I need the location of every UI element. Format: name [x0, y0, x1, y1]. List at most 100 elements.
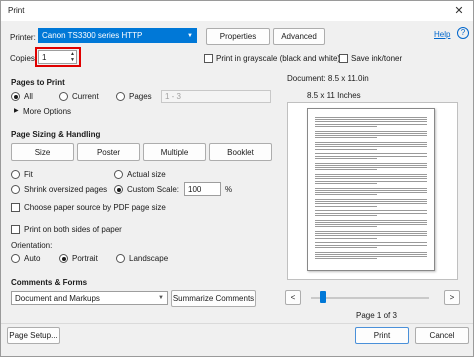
custom-scale-value: 100: [188, 184, 202, 194]
orientation-auto-label: Auto: [24, 254, 41, 263]
preview-text-line: [315, 144, 427, 146]
footer-divider: [1, 323, 473, 324]
preview-text-line: [315, 226, 377, 228]
print-button[interactable]: Print: [355, 327, 409, 344]
help-icon[interactable]: ?: [457, 27, 469, 39]
pages-range-value: 1 - 3: [165, 92, 182, 101]
triangle-right-icon[interactable]: ▶: [14, 107, 19, 114]
both-sides-checkbox[interactable]: [11, 225, 20, 234]
tab-poster[interactable]: Poster: [77, 143, 140, 161]
tab-multiple[interactable]: Multiple: [143, 143, 206, 161]
grayscale-label: Print in grayscale (black and white): [216, 54, 341, 63]
paper-source-checkbox[interactable]: [11, 203, 20, 212]
page-sizing-heading: Page Sizing & Handling: [11, 130, 101, 139]
copies-input[interactable]: 1 ▲ ▼: [38, 50, 77, 64]
preview-text-line: [315, 155, 427, 157]
close-icon[interactable]: ✕: [449, 3, 469, 19]
actual-size-radio[interactable]: [114, 170, 123, 179]
both-sides-label: Print on both sides of paper: [24, 225, 122, 234]
next-page-button[interactable]: >: [444, 290, 460, 305]
spinner-arrows-icon[interactable]: ▲ ▼: [70, 51, 75, 63]
cancel-button[interactable]: Cancel: [415, 327, 469, 344]
window-title: Print: [8, 6, 25, 15]
tab-size[interactable]: Size: [11, 143, 74, 161]
preview-text-line: [315, 182, 377, 184]
preview-text-line: [315, 201, 427, 203]
preview-text-line: [315, 237, 377, 239]
pages-current-label: Current: [72, 92, 99, 101]
custom-scale-label: Custom Scale:: [127, 185, 180, 194]
orientation-portrait-radio[interactable]: [59, 254, 68, 263]
more-options-toggle[interactable]: More Options: [23, 107, 71, 116]
preview-text-line: [315, 189, 427, 191]
shrink-radio[interactable]: [11, 185, 20, 194]
preview-text-line: [315, 119, 427, 121]
grayscale-checkbox[interactable]: [204, 54, 213, 63]
summarize-comments-button[interactable]: Summarize Comments: [171, 290, 256, 307]
printer-select[interactable]: Canon TS3300 series HTTP ▼: [38, 28, 197, 43]
shrink-label: Shrink oversized pages: [24, 185, 108, 194]
preview-text-line: [315, 231, 427, 232]
pages-all-radio[interactable]: [11, 92, 20, 101]
page-indicator: Page 1 of 3: [356, 311, 397, 320]
percent-label: %: [225, 185, 233, 194]
preview-text-line: [315, 148, 377, 150]
orientation-auto-radio[interactable]: [11, 254, 20, 263]
page-slider-track[interactable]: [311, 297, 429, 299]
print-dialog: Print ✕ Printer: Canon TS3300 series HTT…: [0, 0, 474, 357]
printer-select-value: Canon TS3300 series HTTP: [42, 31, 143, 40]
prev-page-button[interactable]: <: [285, 290, 301, 305]
help-link[interactable]: Help: [434, 30, 450, 39]
preview-text-line: [315, 125, 377, 127]
page-slider-thumb[interactable]: [320, 291, 326, 303]
preview-text-line: [315, 224, 427, 225]
pages-range-radio[interactable]: [116, 92, 125, 101]
paper-size-label: 8.5 x 11 Inches: [307, 91, 361, 100]
preview-text-line: [315, 194, 377, 196]
save-ink-checkbox[interactable]: [339, 54, 348, 63]
pages-range-input[interactable]: 1 - 3: [161, 90, 271, 103]
save-ink-label: Save ink/toner: [351, 54, 403, 63]
preview-text-line: [315, 164, 427, 166]
tab-booklet[interactable]: Booklet: [209, 143, 272, 161]
preview-text-line: [315, 130, 427, 132]
preview-text-line: [315, 121, 427, 123]
printer-label: Printer:: [10, 33, 36, 42]
preview-text-line: [315, 253, 427, 255]
document-size-label: Document: 8.5 x 11.0in: [287, 74, 369, 83]
orientation-landscape-label: Landscape: [129, 254, 169, 263]
pages-current-radio[interactable]: [59, 92, 68, 101]
comments-forms-select[interactable]: Document and Markups ▼: [11, 291, 168, 305]
copies-value: 1: [42, 52, 47, 62]
preview-text-line: [315, 137, 377, 139]
preview-text-line: [315, 203, 427, 205]
custom-scale-radio[interactable]: [114, 185, 123, 194]
actual-size-label: Actual size: [127, 170, 166, 179]
preview-text-line: [315, 199, 427, 200]
fit-radio[interactable]: [11, 170, 20, 179]
comments-forms-heading: Comments & Forms: [11, 278, 88, 287]
properties-button[interactable]: Properties: [206, 28, 270, 45]
preview-text-line: [315, 142, 427, 143]
chevron-down-icon: ▼: [187, 32, 193, 39]
page-setup-button[interactable]: Page Setup...: [7, 327, 60, 344]
preview-text-line: [315, 221, 427, 223]
preview-text-line: [315, 214, 377, 216]
preview-text-line: [315, 153, 427, 155]
orientation-landscape-radio[interactable]: [116, 254, 125, 263]
title-bar: Print ✕: [1, 1, 473, 21]
chevron-down-icon: ▼: [158, 295, 164, 301]
custom-scale-input[interactable]: 100: [184, 182, 221, 196]
preview-text-line: [315, 135, 427, 136]
preview-text-line: [315, 178, 427, 180]
preview-text-line: [315, 242, 427, 244]
preview-text-line: [315, 244, 427, 246]
preview-text-line: [315, 233, 427, 235]
preview-text-line: [315, 162, 427, 164]
preview-text-line: [315, 167, 427, 168]
preview-text-line: [315, 174, 427, 175]
preview-text-line: [315, 132, 427, 134]
preview-text-line: [315, 123, 427, 125]
preview-text-line: [315, 258, 377, 260]
advanced-button[interactable]: Advanced: [273, 28, 325, 45]
